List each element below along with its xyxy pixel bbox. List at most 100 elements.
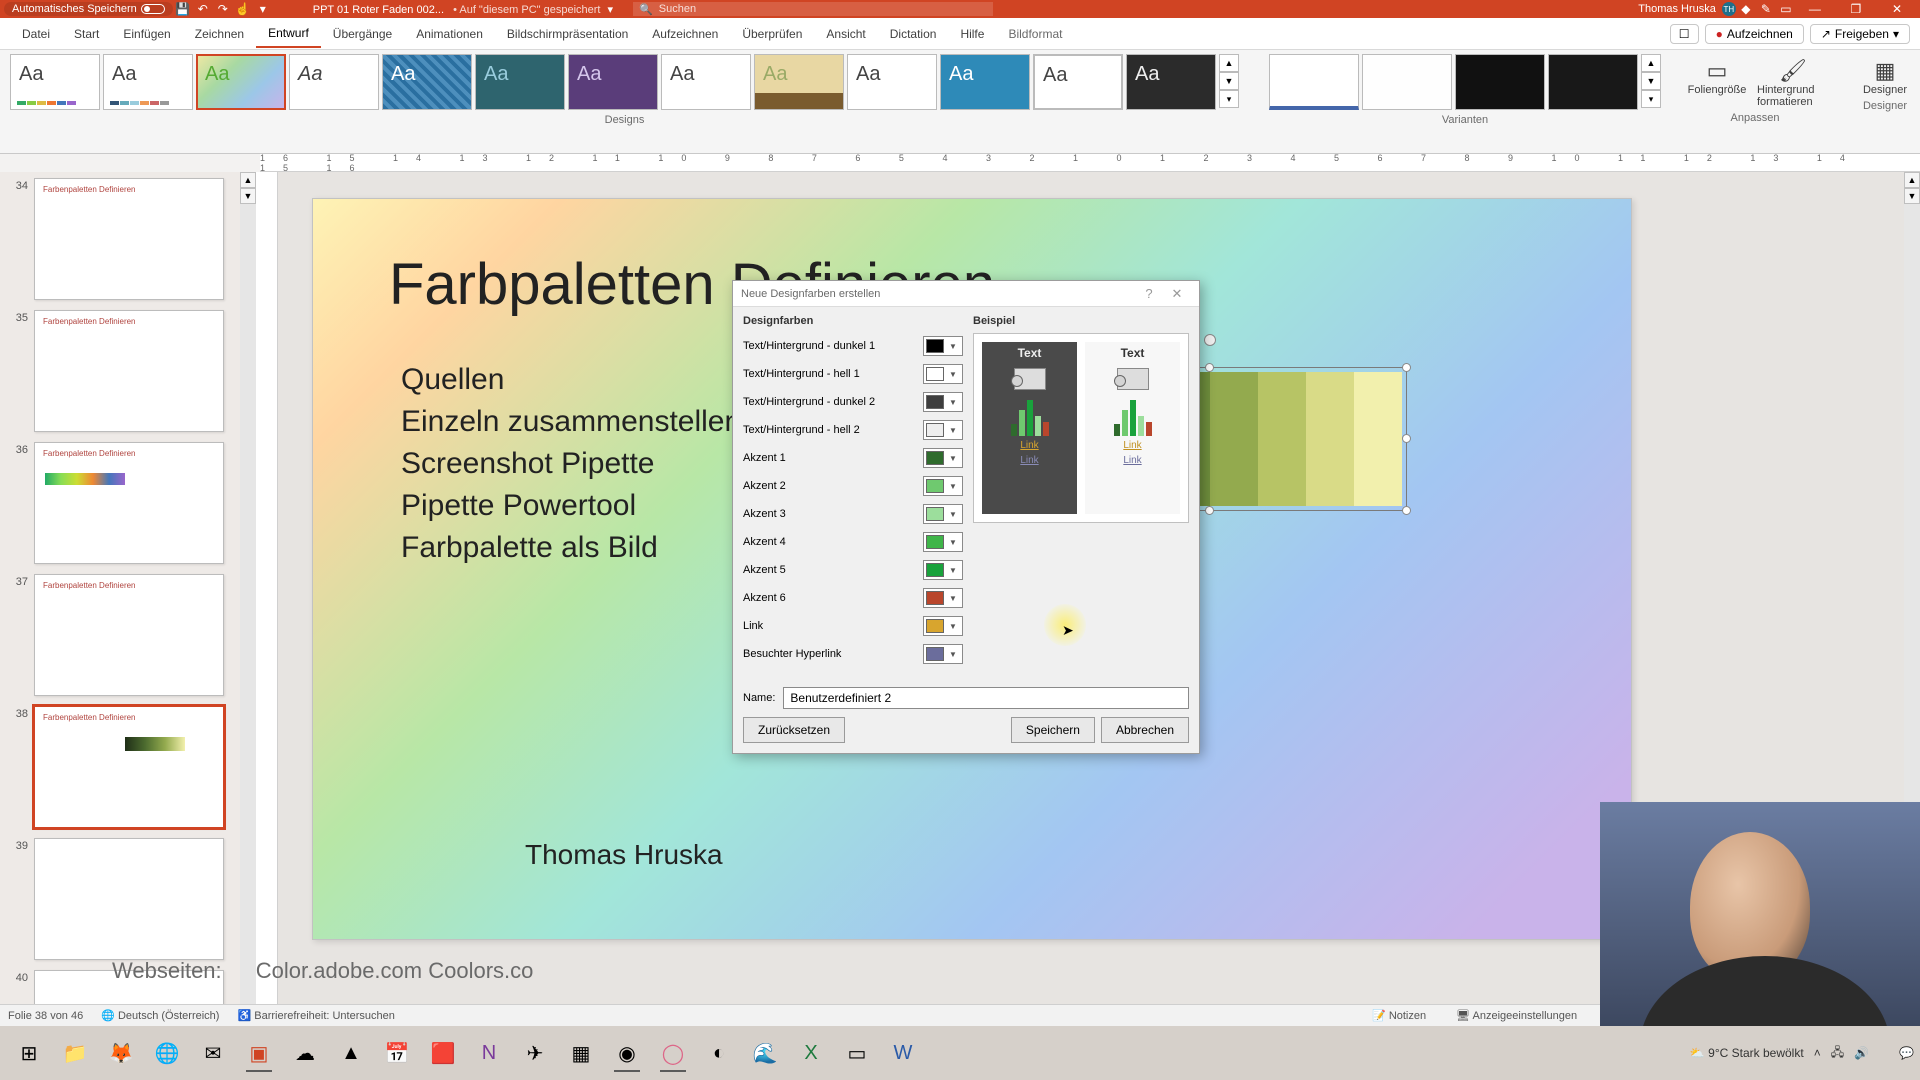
slide-thumb-36[interactable]: 36Farbenpaletten Definieren (10, 442, 246, 564)
user-account[interactable]: Thomas Hruska TH (1638, 2, 1736, 16)
design-thumb[interactable]: Aa (10, 54, 100, 110)
color-picker-button[interactable]: ▼ (923, 588, 963, 608)
firefox-icon[interactable]: 🦊 (98, 1032, 144, 1074)
format-background-button[interactable]: 🖌Hintergrund formatieren (1757, 54, 1829, 108)
minimize-button[interactable]: — (1796, 2, 1834, 16)
tab-animationen[interactable]: Animationen (404, 21, 495, 47)
app-icon[interactable]: 🟥 (420, 1032, 466, 1074)
tab-datei[interactable]: Datei (10, 21, 62, 47)
design-thumb[interactable]: Aa (940, 54, 1030, 110)
close-button[interactable]: ✕ (1878, 2, 1916, 16)
autosave-toggle[interactable]: Automatisches Speichern (4, 2, 173, 16)
word-icon[interactable]: W (880, 1032, 926, 1074)
maximize-button[interactable]: ❐ (1837, 2, 1875, 16)
slide-size-button[interactable]: ▭Foliengröße (1681, 54, 1753, 108)
slide-counter[interactable]: Folie 38 von 46 (8, 1010, 83, 1022)
app-icon[interactable]: ☁ (282, 1032, 328, 1074)
reset-button[interactable]: Zurücksetzen (743, 717, 845, 743)
save-icon[interactable]: 💾 (173, 2, 193, 16)
variant-thumb[interactable] (1362, 54, 1452, 110)
color-picker-button[interactable]: ▼ (923, 364, 963, 384)
variant-thumb[interactable] (1548, 54, 1638, 110)
variants-gallery[interactable]: ▲▼▾ (1269, 54, 1661, 110)
window-icon[interactable]: ▭ (1776, 2, 1796, 16)
search-box[interactable]: 🔍 Suchen (633, 2, 993, 16)
tab-einfuegen[interactable]: Einfügen (111, 21, 182, 47)
tab-hilfe[interactable]: Hilfe (948, 21, 996, 47)
document-title[interactable]: PPT 01 Roter Faden 002... • Auf "diesem … (313, 3, 613, 16)
color-picker-button[interactable]: ▼ (923, 336, 963, 356)
design-thumb[interactable]: Aa (754, 54, 844, 110)
volume-icon[interactable]: 🔊 (1854, 1046, 1869, 1060)
obs-icon[interactable]: ◉ (604, 1032, 650, 1074)
share-button[interactable]: ↗Freigeben▾ (1810, 24, 1910, 44)
name-input[interactable] (783, 687, 1189, 709)
outlook-icon[interactable]: ✉ (190, 1032, 236, 1074)
more-qat-icon[interactable]: ▾ (253, 2, 273, 16)
color-picker-button[interactable]: ▼ (923, 644, 963, 664)
redo-icon[interactable]: ↷ (213, 2, 233, 16)
variants-gallery-arrows[interactable]: ▲▼▾ (1641, 54, 1661, 110)
powerpoint-icon[interactable]: ▣ (236, 1032, 282, 1074)
tab-bildformat[interactable]: Bildformat (996, 21, 1074, 47)
notes-button[interactable]: 📝 Notizen (1366, 1009, 1432, 1022)
design-thumb[interactable]: Aa (847, 54, 937, 110)
telegram-icon[interactable]: ✈ (512, 1032, 558, 1074)
slide-thumb-37[interactable]: 37Farbenpaletten Definieren (10, 574, 246, 696)
start-button[interactable]: ⊞ (6, 1032, 52, 1074)
dialog-titlebar[interactable]: Neue Designfarben erstellen ? ✕ (733, 281, 1199, 307)
design-thumb[interactable]: Aa (661, 54, 751, 110)
color-picker-button[interactable]: ▼ (923, 560, 963, 580)
design-thumb[interactable]: Aa (475, 54, 565, 110)
network-icon[interactable]: 🖧 (1831, 1043, 1844, 1064)
tab-praesentation[interactable]: Bildschirmpräsentation (495, 21, 640, 47)
accessibility-status[interactable]: ♿ Barrierefreiheit: Untersuchen (237, 1009, 394, 1022)
save-button[interactable]: Speichern (1011, 717, 1095, 743)
resize-handle[interactable] (1205, 363, 1214, 372)
system-tray[interactable]: ⛅ 9°C Stark bewölkt ˄ 🖧 🔊 💬 (1690, 1043, 1914, 1064)
record-button[interactable]: ●Aufzeichnen (1705, 24, 1804, 44)
language-status[interactable]: 🌐 Deutsch (Österreich) (101, 1009, 219, 1022)
collapse-ribbon-icon[interactable]: ☐ (1670, 24, 1699, 44)
rotate-handle[interactable] (1204, 334, 1216, 346)
onenote-icon[interactable]: N (466, 1032, 512, 1074)
resize-handle[interactable] (1402, 434, 1411, 443)
dialog-help-button[interactable]: ? (1135, 286, 1163, 301)
tab-dictation[interactable]: Dictation (878, 21, 949, 47)
slide-thumb-38[interactable]: 38Farbenpaletten Definieren (10, 706, 246, 828)
notifications-icon[interactable]: 💬 (1899, 1046, 1914, 1060)
design-thumb[interactable]: Aa (196, 54, 286, 110)
tray-chevron-icon[interactable]: ˄ (1814, 1046, 1821, 1060)
tab-ansicht[interactable]: Ansicht (814, 21, 877, 47)
tab-zeichnen[interactable]: Zeichnen (183, 21, 256, 47)
undo-icon[interactable]: ↶ (193, 2, 213, 16)
tab-uebergaenge[interactable]: Übergänge (321, 21, 404, 47)
slide-thumb-39[interactable]: 39 (10, 838, 246, 960)
app-icon[interactable]: ▦ (558, 1032, 604, 1074)
sync-icon[interactable]: ◆ (1736, 2, 1756, 16)
color-picker-button[interactable]: ▼ (923, 476, 963, 496)
color-picker-button[interactable]: ▼ (923, 504, 963, 524)
app-icon[interactable]: ◯ (650, 1032, 696, 1074)
dialog-close-button[interactable]: ✕ (1163, 286, 1191, 302)
touch-icon[interactable]: ☝ (233, 2, 253, 16)
vlc-icon[interactable]: ▲ (328, 1032, 374, 1074)
tab-aufzeichnen[interactable]: Aufzeichnen (640, 21, 730, 47)
excel-icon[interactable]: X (788, 1032, 834, 1074)
resize-handle[interactable] (1205, 506, 1214, 515)
design-thumb[interactable]: Aa (568, 54, 658, 110)
slide-thumb-35[interactable]: 35Farbenpaletten Definieren (10, 310, 246, 432)
color-picker-button[interactable]: ▼ (923, 532, 963, 552)
pen-icon[interactable]: ✎ (1756, 2, 1776, 16)
design-thumb[interactable]: Aa (1126, 54, 1216, 110)
resize-handle[interactable] (1402, 506, 1411, 515)
color-picker-button[interactable]: ▼ (923, 392, 963, 412)
app-icon[interactable]: ◐ (696, 1032, 742, 1074)
app-icon[interactable]: ▭ (834, 1032, 880, 1074)
variant-thumb[interactable] (1455, 54, 1545, 110)
variant-thumb[interactable] (1269, 54, 1359, 110)
display-settings-button[interactable]: 🖥 Anzeigeeinstellungen (1450, 1009, 1583, 1022)
tab-ueberpruefen[interactable]: Überprüfen (730, 21, 814, 47)
designs-gallery[interactable]: Aa Aa Aa Aa Aa Aa Aa Aa Aa Aa Aa Aa Aa ▲… (10, 54, 1239, 110)
color-picker-button[interactable]: ▼ (923, 616, 963, 636)
